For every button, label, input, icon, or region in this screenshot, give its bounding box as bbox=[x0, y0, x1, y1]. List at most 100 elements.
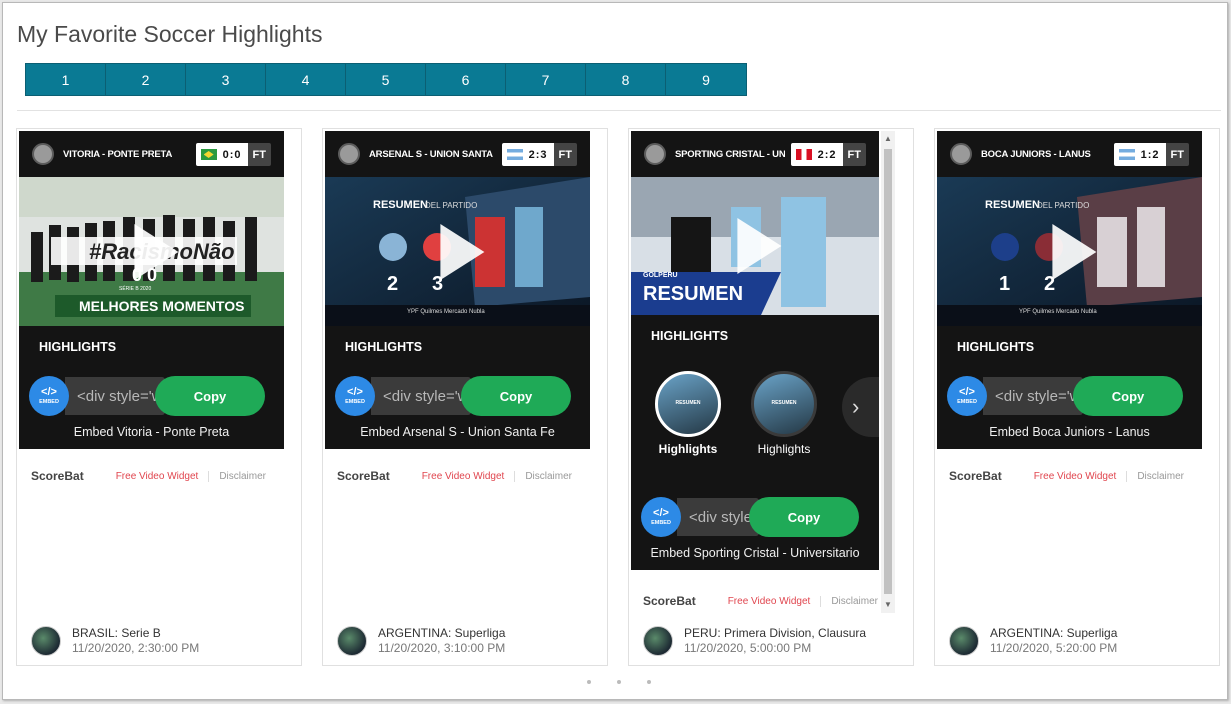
page-button-8[interactable]: 8 bbox=[586, 64, 666, 95]
video-thumbnail[interactable]: RESUMEN DEL PARTIDO 2 3 YPF Quilmes Merc… bbox=[325, 177, 590, 326]
team-logo bbox=[32, 143, 54, 165]
scorebat-link[interactable]: ScoreBat bbox=[337, 469, 390, 483]
embed-title: Embed Arsenal S - Union Santa Fe bbox=[360, 425, 555, 439]
widget-header: ARSENAL S - UNION SANTA FE 2:3 FT bbox=[325, 131, 590, 177]
match-card: ARSENAL S - UNION SANTA FE 2:3 FT RESUME… bbox=[322, 128, 608, 666]
embed-icon: </> EMBED bbox=[29, 376, 69, 416]
match-name: VITORIA - PONTE PRETA bbox=[63, 148, 173, 160]
widget-footer: ScoreBat Free Video Widget Disclaimer bbox=[31, 469, 266, 483]
page-button-9[interactable]: 9 bbox=[666, 64, 746, 95]
thumb-resumen: RESUMEN bbox=[985, 199, 1041, 211]
video-thumbnail[interactable]: #RacismoNão 0 0 SÉRIE B 2020 MELHORES MO… bbox=[19, 177, 284, 326]
page-button-7[interactable]: 7 bbox=[506, 64, 586, 95]
page-button-6[interactable]: 6 bbox=[426, 64, 506, 95]
league-name: BRASIL: Serie B bbox=[72, 626, 161, 640]
match-name: ARSENAL S - UNION SANTA FE bbox=[369, 148, 494, 160]
scroll-up-icon[interactable]: ▲ bbox=[884, 135, 892, 143]
thumb-home-score: 1 bbox=[999, 273, 1011, 295]
match-meta: PERU: Primera Division, Clausura 11/20/2… bbox=[643, 626, 866, 656]
full-time-badge: FT bbox=[842, 143, 866, 166]
thumb-sponsors: YPF Quilmes Mercado Nubla bbox=[1019, 309, 1097, 315]
carousel-dot[interactable] bbox=[647, 680, 651, 684]
video-thumbnail[interactable]: GOLPERU RESUMEN bbox=[631, 177, 879, 315]
play-icon[interactable] bbox=[737, 218, 782, 274]
peru-flag-icon bbox=[795, 149, 812, 160]
scrollbar[interactable]: ▲ ▼ bbox=[881, 131, 895, 613]
match-name: SPORTING CRISTAL - UNIVERSITARIO bbox=[675, 148, 785, 160]
carousel-dot[interactable] bbox=[587, 680, 591, 684]
embed-icon: </> EMBED bbox=[335, 376, 375, 416]
free-widget-link[interactable]: Free Video Widget bbox=[116, 470, 210, 482]
copy-button[interactable]: Copy bbox=[155, 376, 265, 416]
scrollbar-thumb[interactable] bbox=[884, 149, 892, 594]
score-badge: 1:2 FT bbox=[1113, 143, 1189, 166]
widget-header: BOCA JUNIORS - LANUS 1:2 FT bbox=[937, 131, 1202, 177]
match-meta: ARGENTINA: Superliga 11/20/2020, 3:10:00… bbox=[337, 626, 505, 656]
page-button-5[interactable]: 5 bbox=[346, 64, 426, 95]
video-widget: BOCA JUNIORS - LANUS 1:2 FT RESUMEN DEL … bbox=[937, 131, 1202, 449]
disclaimer-link[interactable]: Disclaimer bbox=[525, 471, 572, 482]
widget-footer: ScoreBat Free Video Widget Disclaimer bbox=[949, 469, 1184, 483]
divider bbox=[17, 110, 1221, 111]
page-button-1[interactable]: 1 bbox=[26, 64, 106, 95]
match-card: SPORTING CRISTAL - UNIVERSITARIO 2:2 FT … bbox=[628, 128, 914, 666]
page-title: My Favorite Soccer Highlights bbox=[17, 21, 323, 47]
widget-footer: ScoreBat Free Video Widget Disclaimer bbox=[337, 469, 572, 483]
play-icon[interactable] bbox=[133, 223, 178, 280]
embed-code-field[interactable]: <div style='w bbox=[371, 377, 471, 415]
free-widget-link[interactable]: Free Video Widget bbox=[422, 470, 516, 482]
scorebat-link[interactable]: ScoreBat bbox=[31, 469, 84, 483]
league-name: ARGENTINA: Superliga bbox=[990, 626, 1118, 640]
embed-code-field[interactable]: <div style='w bbox=[983, 377, 1083, 415]
carousel-item[interactable]: RESUMEN Highlights bbox=[645, 371, 731, 456]
copy-button[interactable]: Copy bbox=[461, 376, 571, 416]
embed-row: </> EMBED <div style='w Copy bbox=[325, 368, 590, 420]
match-date: 11/20/2020, 2:30:00 PM bbox=[72, 641, 200, 655]
copy-button[interactable]: Copy bbox=[1073, 376, 1183, 416]
embed-code-field[interactable]: <div style='w bbox=[65, 377, 165, 415]
embed-icon: </> EMBED bbox=[947, 376, 987, 416]
video-widget: VITORIA - PONTE PRETA 0:0 FT #RacismoNão… bbox=[19, 131, 284, 449]
league-name: PERU: Primera Division, Clausura bbox=[684, 626, 867, 640]
thumb-partido: DEL PARTIDO bbox=[425, 201, 478, 210]
video-widget: ARSENAL S - UNION SANTA FE 2:3 FT RESUME… bbox=[325, 131, 590, 449]
match-date: 11/20/2020, 3:10:00 PM bbox=[378, 641, 506, 655]
pagination: 1 2 3 4 5 6 7 8 9 bbox=[25, 63, 747, 96]
video-carousel: RESUMEN Highlights RESUMEN Highlights › bbox=[631, 357, 879, 497]
scorebat-link[interactable]: ScoreBat bbox=[643, 594, 696, 608]
thumb-resumen: RESUMEN bbox=[643, 283, 744, 305]
embed-code-field[interactable]: <div style= bbox=[677, 498, 759, 536]
scroll-down-icon[interactable]: ▼ bbox=[884, 601, 892, 609]
free-widget-link[interactable]: Free Video Widget bbox=[1034, 470, 1128, 482]
argentina-flag-icon bbox=[1118, 149, 1135, 160]
widget-header: SPORTING CRISTAL - UNIVERSITARIO 2:2 FT bbox=[631, 131, 879, 177]
embed-row: </> EMBED <div style= Copy bbox=[631, 497, 879, 541]
carousel-dot[interactable] bbox=[617, 680, 621, 684]
score-badge: 0:0 FT bbox=[195, 143, 271, 166]
thumb-home-score: 2 bbox=[387, 273, 399, 295]
match-meta: ARGENTINA: Superliga 11/20/2020, 5:20:00… bbox=[949, 626, 1117, 656]
team-logo bbox=[338, 143, 360, 165]
free-widget-link[interactable]: Free Video Widget bbox=[728, 595, 822, 607]
page-button-3[interactable]: 3 bbox=[186, 64, 266, 95]
video-thumbnail[interactable]: RESUMEN DEL PARTIDO 1 2 YPF Quilmes Merc… bbox=[937, 177, 1202, 326]
disclaimer-link[interactable]: Disclaimer bbox=[219, 471, 266, 482]
scorebat-link[interactable]: ScoreBat bbox=[949, 469, 1002, 483]
page-button-4[interactable]: 4 bbox=[266, 64, 346, 95]
score: 2:2 bbox=[817, 148, 837, 161]
page-button-2[interactable]: 2 bbox=[106, 64, 186, 95]
carousel-dots bbox=[587, 680, 677, 684]
disclaimer-link[interactable]: Disclaimer bbox=[1137, 471, 1184, 482]
brazil-flag-icon bbox=[200, 149, 217, 160]
full-time-badge: FT bbox=[247, 143, 271, 166]
disclaimer-link[interactable]: Disclaimer bbox=[831, 596, 878, 607]
score: 0:0 bbox=[222, 148, 242, 161]
copy-button[interactable]: Copy bbox=[749, 497, 859, 537]
play-icon[interactable] bbox=[1051, 223, 1096, 280]
league-avatar bbox=[949, 626, 979, 656]
play-icon[interactable] bbox=[439, 223, 484, 280]
chevron-right-icon[interactable]: › bbox=[842, 377, 879, 437]
carousel-item[interactable]: RESUMEN Highlights bbox=[741, 371, 827, 456]
widget-header: VITORIA - PONTE PRETA 0:0 FT bbox=[19, 131, 284, 177]
score-badge: 2:3 FT bbox=[501, 143, 577, 166]
